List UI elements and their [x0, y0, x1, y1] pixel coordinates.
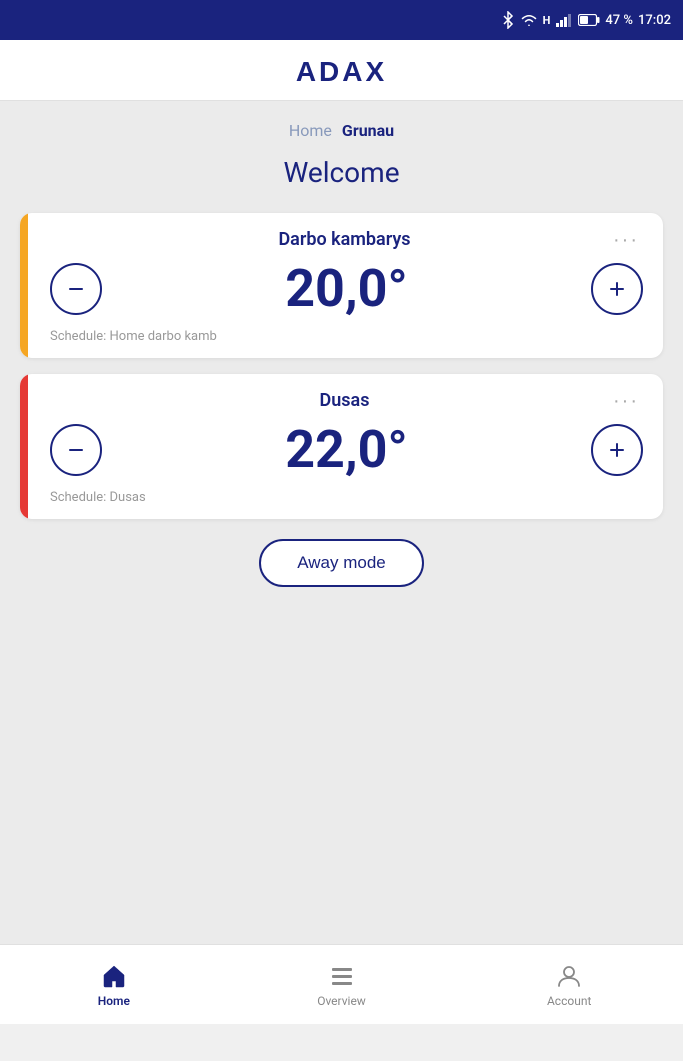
breadcrumb: Home Grunau	[20, 121, 663, 140]
battery-percent: 47 %	[605, 13, 633, 28]
decrease-button-dusas[interactable]	[50, 424, 102, 476]
overview-icon	[328, 962, 356, 990]
card-color-bar-dusas	[20, 374, 28, 519]
signal-bars-icon	[555, 13, 573, 27]
more-button-dusas[interactable]: ···	[609, 391, 643, 411]
nav-item-home[interactable]: Home	[0, 954, 228, 1016]
card-controls-dusas: 22,0°	[50, 419, 643, 480]
increase-button-dusas[interactable]	[591, 424, 643, 476]
plus-icon-dusas	[607, 440, 627, 460]
app-logo: ADAX	[296, 56, 387, 88]
bluetooth-icon	[501, 11, 515, 29]
card-color-bar-darbo-kambarys	[20, 213, 28, 358]
account-icon	[555, 962, 583, 990]
decrease-button-darbo-kambarys[interactable]	[50, 263, 102, 315]
status-icons: H 47 % 17:02	[501, 11, 671, 29]
device-name-darbo-kambarys: Darbo kambarys	[80, 229, 609, 250]
schedule-label-darbo-kambarys: Schedule: Home darbo kamb	[50, 329, 643, 344]
wifi-icon	[520, 13, 538, 27]
time-display: 17:02	[638, 13, 671, 28]
app-header: ADAX	[0, 40, 683, 101]
card-header-darbo-kambarys: Darbo kambarys ···	[50, 229, 643, 250]
welcome-title: Welcome	[20, 156, 663, 189]
breadcrumb-home[interactable]: Home	[289, 121, 332, 140]
minus-icon-darbo-kambarys	[66, 279, 86, 299]
increase-button-darbo-kambarys[interactable]	[591, 263, 643, 315]
device-card-dusas: Dusas ··· 22,0°	[20, 374, 663, 519]
schedule-label-dusas: Schedule: Dusas	[50, 490, 643, 505]
main-content: Home Grunau Welcome Darbo kambarys ···	[0, 101, 683, 981]
plus-icon-darbo-kambarys	[607, 279, 627, 299]
temperature-dusas: 22,0°	[285, 419, 408, 480]
away-mode-container: Away mode	[20, 539, 663, 587]
away-mode-button[interactable]: Away mode	[259, 539, 424, 587]
battery-icon	[578, 14, 600, 26]
minus-icon-dusas	[66, 440, 86, 460]
card-inner-dusas: Dusas ··· 22,0°	[40, 390, 643, 505]
bottom-nav: Home Overview Account	[0, 944, 683, 1024]
home-icon	[100, 962, 128, 990]
nav-item-account[interactable]: Account	[455, 954, 683, 1016]
card-controls-darbo-kambarys: 20,0°	[50, 258, 643, 319]
device-card-darbo-kambarys: Darbo kambarys ··· 20,0°	[20, 213, 663, 358]
device-name-dusas: Dusas	[80, 390, 609, 411]
nav-label-overview: Overview	[317, 994, 366, 1008]
breadcrumb-active[interactable]: Grunau	[342, 121, 394, 140]
nav-label-account: Account	[547, 994, 591, 1008]
card-header-dusas: Dusas ···	[50, 390, 643, 411]
nav-label-home: Home	[98, 994, 130, 1008]
temperature-darbo-kambarys: 20,0°	[285, 258, 408, 319]
more-button-darbo-kambarys[interactable]: ···	[609, 230, 643, 250]
status-bar: H 47 % 17:02	[0, 0, 683, 40]
device-cards-container: Darbo kambarys ··· 20,0°	[20, 213, 663, 519]
h-signal-icon: H	[543, 14, 551, 27]
nav-item-overview[interactable]: Overview	[228, 954, 456, 1016]
card-inner-darbo-kambarys: Darbo kambarys ··· 20,0°	[40, 229, 643, 344]
